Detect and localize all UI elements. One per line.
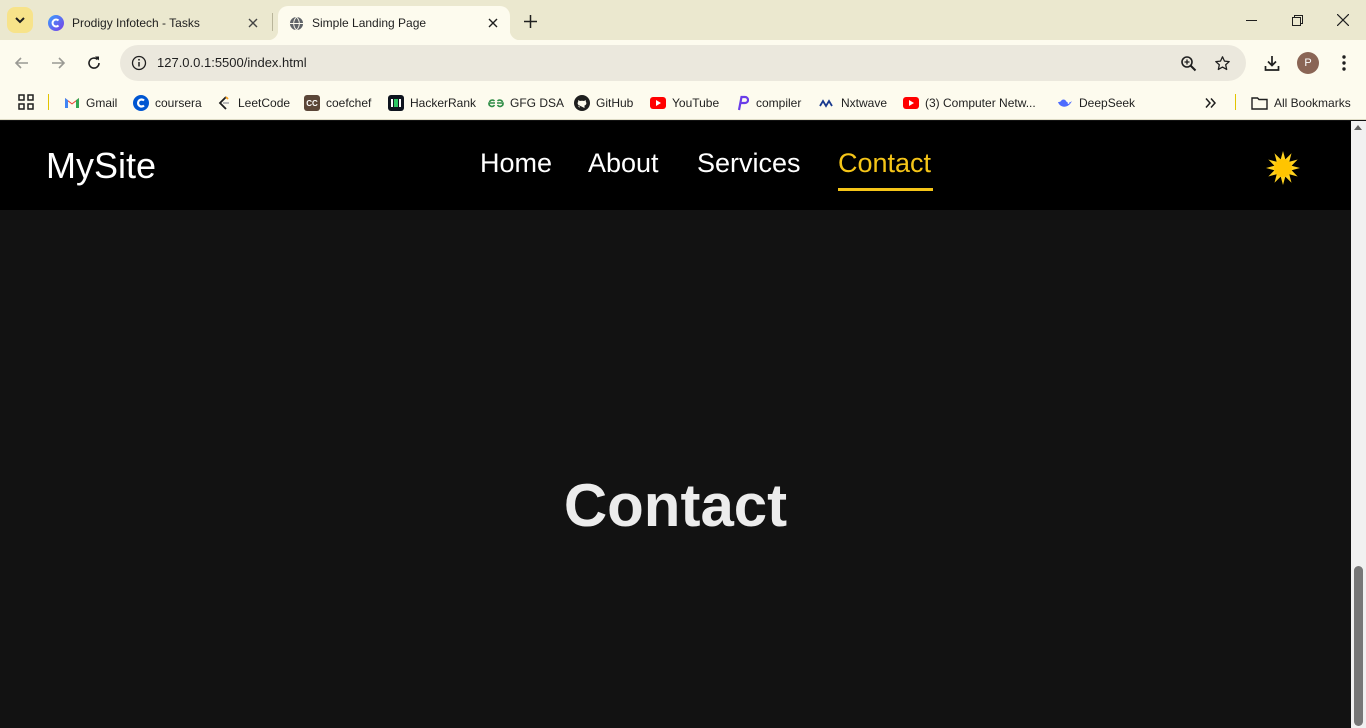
bookmark-hackerrank[interactable]: HackerRank bbox=[388, 92, 476, 114]
tab-separator bbox=[272, 13, 273, 31]
bookmark-label: coefchef bbox=[326, 96, 372, 110]
new-tab-button[interactable] bbox=[518, 9, 542, 33]
folder-icon bbox=[1251, 96, 1268, 110]
close-icon bbox=[1337, 14, 1349, 26]
zoom-icon[interactable] bbox=[1176, 51, 1200, 75]
bookmark-deepseek[interactable]: DeepSeek bbox=[1057, 92, 1135, 114]
site-navbar: MySite Home About Services Contact bbox=[0, 121, 1351, 210]
back-arrow-icon bbox=[14, 57, 28, 69]
nav-link-services[interactable]: Services bbox=[697, 148, 801, 179]
nav-link-about[interactable]: About bbox=[588, 148, 659, 179]
tab-search-button[interactable] bbox=[7, 7, 33, 33]
youtube-icon bbox=[903, 95, 919, 111]
bookmark-codechef[interactable]: CC coefchef bbox=[304, 92, 371, 114]
theme-toggle-button[interactable] bbox=[1265, 150, 1301, 186]
minimize-icon bbox=[1245, 19, 1257, 21]
prodigy-icon bbox=[48, 15, 64, 31]
tab-simple-landing-page[interactable]: Simple Landing Page bbox=[268, 6, 520, 40]
download-icon bbox=[1264, 56, 1280, 71]
coursera-icon bbox=[133, 95, 149, 111]
all-bookmarks-button[interactable]: All Bookmarks bbox=[1251, 92, 1351, 114]
tab-title: Simple Landing Page bbox=[312, 16, 427, 30]
bookmark-computer-networks[interactable]: (3) Computer Netw... bbox=[903, 92, 1036, 114]
bookmark-youtube[interactable]: YouTube bbox=[650, 92, 719, 114]
forward-arrow-icon bbox=[52, 57, 66, 69]
nav-link-contact[interactable]: Contact bbox=[838, 148, 931, 179]
bookmark-leetcode[interactable]: LeetCode bbox=[216, 92, 290, 114]
address-bar[interactable]: 127.0.0.1:5500/index.html bbox=[120, 45, 1246, 81]
bookmark-label: GitHub bbox=[596, 96, 634, 110]
restore-button[interactable] bbox=[1274, 0, 1320, 40]
bookmark-label: DeepSeek bbox=[1079, 96, 1136, 110]
bookmark-nxtwave[interactable]: Nxtwave bbox=[819, 92, 887, 114]
bookmark-github[interactable]: GitHub bbox=[574, 92, 633, 114]
site-info-icon[interactable] bbox=[128, 52, 150, 74]
chevron-down-icon bbox=[15, 17, 25, 24]
page-scrollbar[interactable] bbox=[1351, 121, 1366, 728]
back-button[interactable] bbox=[8, 49, 36, 77]
leetcode-icon bbox=[216, 95, 232, 111]
nxtwave-icon bbox=[819, 95, 835, 111]
all-bookmarks-label: All Bookmarks bbox=[1274, 96, 1351, 110]
site-logo[interactable]: MySite bbox=[46, 145, 156, 187]
restore-icon bbox=[1291, 14, 1303, 26]
bookmark-compiler[interactable]: compiler bbox=[734, 92, 801, 114]
forward-button[interactable] bbox=[44, 49, 72, 77]
nav-link-home[interactable]: Home bbox=[480, 148, 552, 179]
compiler-icon bbox=[734, 95, 750, 111]
url-text[interactable]: 127.0.0.1:5500/index.html bbox=[157, 55, 307, 70]
close-window-button[interactable] bbox=[1320, 0, 1366, 40]
bookmarks-divider bbox=[48, 94, 49, 110]
reload-icon bbox=[88, 56, 100, 69]
active-nav-underline bbox=[838, 188, 933, 191]
bookmark-label: Gmail bbox=[86, 96, 118, 110]
tab-title: Prodigy Infotech - Tasks bbox=[72, 16, 200, 30]
scroll-up-arrow-icon[interactable] bbox=[1354, 125, 1362, 130]
bookmark-coursera[interactable]: coursera bbox=[133, 92, 202, 114]
hero-title: Contact bbox=[563, 472, 788, 539]
bookmark-label: YouTube bbox=[672, 96, 720, 110]
bookmark-label: HackerRank bbox=[410, 96, 477, 110]
bookmark-star-icon[interactable] bbox=[1210, 51, 1234, 75]
codechef-icon: CC bbox=[304, 95, 320, 111]
page-viewport: MySite Home About Services Contact Conta… bbox=[0, 121, 1351, 728]
reload-button[interactable] bbox=[80, 49, 108, 77]
bookmark-label: LeetCode bbox=[238, 96, 291, 110]
bookmark-label: GFG DSA bbox=[510, 96, 565, 110]
bookmark-gmail[interactable]: Gmail bbox=[64, 92, 117, 114]
gmail-icon bbox=[64, 95, 80, 111]
youtube-icon bbox=[650, 95, 666, 111]
browser-toolbar: 127.0.0.1:5500/index.html P bbox=[0, 40, 1366, 86]
globe-icon bbox=[288, 15, 304, 31]
bookmark-label: (3) Computer Netw... bbox=[925, 96, 1036, 110]
bookmark-gfg-dsa[interactable]: GFG DSA bbox=[488, 92, 564, 114]
bookmarks-divider bbox=[1235, 94, 1236, 110]
deepseek-icon bbox=[1057, 95, 1073, 111]
hackerrank-icon bbox=[388, 95, 404, 111]
downloads-button[interactable] bbox=[1258, 49, 1286, 77]
plus-icon bbox=[523, 14, 537, 28]
gfg-icon bbox=[488, 95, 504, 111]
bookmark-label: coursera bbox=[155, 96, 202, 110]
kebab-menu-icon bbox=[1342, 55, 1346, 71]
apps-grid-icon[interactable] bbox=[17, 93, 35, 111]
github-icon bbox=[574, 95, 590, 111]
bookmark-label: Nxtwave bbox=[841, 96, 888, 110]
menu-button[interactable] bbox=[1330, 49, 1358, 77]
minimize-button[interactable] bbox=[1228, 0, 1274, 40]
close-tab-icon[interactable] bbox=[485, 15, 501, 31]
bookmark-label: compiler bbox=[756, 96, 802, 110]
bookmarks-bar: Gmail coursera LeetCode CC coefchef Hack… bbox=[0, 86, 1366, 120]
sun-icon bbox=[1266, 151, 1300, 185]
tab-strip: Prodigy Infotech - Tasks Simple Landing … bbox=[0, 0, 1366, 40]
chevron-double-right-icon[interactable] bbox=[1201, 93, 1221, 113]
profile-avatar[interactable]: P bbox=[1297, 52, 1319, 74]
close-tab-icon[interactable] bbox=[245, 15, 261, 31]
tab-prodigy-infotech[interactable]: Prodigy Infotech - Tasks bbox=[38, 6, 270, 40]
scrollbar-thumb[interactable] bbox=[1354, 566, 1363, 726]
